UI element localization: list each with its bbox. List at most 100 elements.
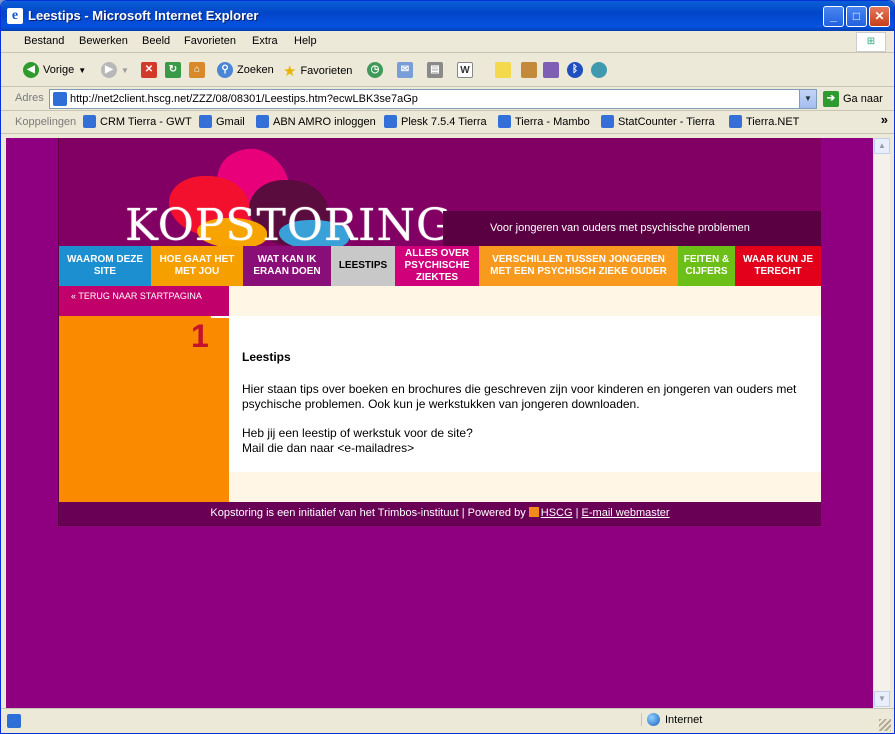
close-button[interactable]: ✕ xyxy=(869,6,890,27)
resize-grip-icon[interactable] xyxy=(879,719,891,731)
research-icon xyxy=(543,62,559,78)
link-page-icon xyxy=(498,115,511,128)
link-label: StatCounter - Tierra xyxy=(618,115,715,128)
menu-beeld[interactable]: Beeld xyxy=(142,35,170,47)
page-icon xyxy=(53,92,67,106)
nav-wat-kan-ik[interactable]: WAT KAN IK ERAAN DOEN xyxy=(243,246,331,286)
link-page-icon xyxy=(384,115,397,128)
chevron-down-icon[interactable]: ▼ xyxy=(799,90,816,108)
footer-separator: | xyxy=(575,507,579,519)
nav-waarom-deze-site[interactable]: WAAROM DEZE SITE xyxy=(59,246,151,286)
menu-favorieten[interactable]: Favorieten xyxy=(184,35,236,47)
print-icon: ▤ xyxy=(427,62,443,78)
site-logo[interactable]: KOPSTORING xyxy=(125,200,452,246)
back-arrow-icon: ◀ xyxy=(23,62,39,78)
site-header: KOPSTORING Voor jongeren van ouders met … xyxy=(59,138,821,246)
history-button[interactable]: ◷ xyxy=(367,62,383,78)
link-page-icon xyxy=(256,115,269,128)
refresh-icon: ↻ xyxy=(165,62,181,78)
windows-logo-icon: ⊞ xyxy=(856,32,886,52)
back-to-home-link[interactable]: « TERUG NAAR STARTPAGINA xyxy=(59,286,229,316)
refresh-button[interactable]: ↻ xyxy=(165,62,181,78)
hscg-logo-icon xyxy=(528,507,539,517)
menu-bestand[interactable]: Bestand xyxy=(24,35,64,47)
vertical-scrollbar[interactable]: ▲ ▼ xyxy=(873,138,890,708)
link-tierra-mambo[interactable]: Tierra - Mambo xyxy=(498,115,590,128)
title-bar[interactable]: e Leestips - Microsoft Internet Explorer… xyxy=(1,1,894,31)
back-button[interactable]: ◀ Vorige ▼ xyxy=(23,62,86,78)
address-input[interactable]: http://net2client.hscg.net/ZZZ/08/08301/… xyxy=(49,89,817,109)
site-footer: Kopstoring is een initiatief van het Tri… xyxy=(59,502,821,525)
nav-psychische-ziektes[interactable]: ALLES OVER PSYCHISCHE ZIEKTES xyxy=(395,246,479,286)
messenger-icon xyxy=(591,62,607,78)
word-button[interactable]: W xyxy=(457,62,473,78)
notes-button[interactable] xyxy=(495,62,511,78)
content-contact: Heb jij een leestip of werkstuk voor de … xyxy=(242,426,808,456)
nav-verschillen[interactable]: VERSCHILLEN TUSSEN JONGEREN MET EEN PSYC… xyxy=(479,246,678,286)
zone-label: Internet xyxy=(665,713,703,726)
mail-button[interactable]: ✉ xyxy=(397,62,413,78)
link-statcounter[interactable]: StatCounter - Tierra xyxy=(601,115,715,128)
footer-hscg-link[interactable]: HSCG xyxy=(541,507,573,519)
forward-arrow-icon: ▶ xyxy=(101,62,117,78)
footer-text: Kopstoring is een initiatief van het Tri… xyxy=(210,507,526,519)
link-page-icon xyxy=(83,115,96,128)
link-page-icon xyxy=(199,115,212,128)
minimize-button[interactable]: _ xyxy=(823,6,844,27)
link-crm-tierra[interactable]: CRM Tierra - GWT xyxy=(83,115,192,128)
note-icon xyxy=(495,62,511,78)
site-tagline: Voor jongeren van ouders met psychische … xyxy=(443,211,821,246)
left-column: 1 xyxy=(59,316,229,502)
address-bar: Adres http://net2client.hscg.net/ZZZ/08/… xyxy=(1,87,894,111)
favorites-label: Favorieten xyxy=(300,65,353,77)
links-overflow-icon[interactable]: » xyxy=(881,112,888,127)
home-button[interactable]: ⌂ xyxy=(189,62,205,78)
nav-hoe-gaat-het[interactable]: HOE GAAT HET MET JOU xyxy=(151,246,243,286)
print-button[interactable]: ▤ xyxy=(427,62,443,78)
link-gmail[interactable]: Gmail xyxy=(199,115,245,128)
word-icon: W xyxy=(457,62,473,78)
content-heading: Leestips xyxy=(242,350,291,364)
maximize-button[interactable]: □ xyxy=(846,6,867,27)
search-label: Zoeken xyxy=(237,64,274,76)
link-label: CRM Tierra - GWT xyxy=(100,115,192,128)
site-page: KOPSTORING Voor jongeren van ouders met … xyxy=(58,138,821,526)
number-tab-accent xyxy=(211,316,229,318)
forward-dropdown-icon[interactable]: ▼ xyxy=(121,66,129,75)
edit-button[interactable] xyxy=(521,62,537,78)
nav-leestips[interactable]: LEESTIPS xyxy=(331,246,395,286)
scroll-down-icon[interactable]: ▼ xyxy=(874,691,890,707)
go-button[interactable]: ➔ Ga naar xyxy=(823,91,883,107)
nav-feiten-cijfers[interactable]: FEITEN & CIJFERS xyxy=(678,246,735,286)
scroll-up-icon[interactable]: ▲ xyxy=(874,138,890,154)
menu-extra[interactable]: Extra xyxy=(252,35,278,47)
window-title: Leestips - Microsoft Internet Explorer xyxy=(28,8,259,23)
nav-waar-kun-je-terecht[interactable]: WAAR KUN JE TERECHT xyxy=(735,246,821,286)
content-paragraph: Hier staan tips over boeken en brochures… xyxy=(242,382,797,411)
back-dropdown-icon[interactable]: ▼ xyxy=(78,66,86,75)
footer-email-link[interactable]: E-mail webmaster xyxy=(582,507,670,519)
research-button[interactable] xyxy=(543,62,559,78)
history-icon: ◷ xyxy=(367,62,383,78)
contact-line-1: Heb jij een leestip of werkstuk voor de … xyxy=(242,426,473,440)
link-tierra-net[interactable]: Tierra.NET xyxy=(729,115,799,128)
security-zone: Internet xyxy=(641,713,702,726)
favorites-button[interactable]: ★ Favorieten xyxy=(283,62,352,80)
toolbar: ◀ Vorige ▼ ▶ ▼ ✕ ↻ ⌂ ⚲ Zoeken ★ Favoriet… xyxy=(1,54,894,87)
link-abn-amro[interactable]: ABN AMRO inloggen xyxy=(256,115,376,128)
search-button[interactable]: ⚲ Zoeken xyxy=(217,62,274,78)
link-page-icon xyxy=(601,115,614,128)
menu-bewerken[interactable]: Bewerken xyxy=(79,35,128,47)
links-label: Koppelingen xyxy=(15,116,77,128)
link-plesk[interactable]: Plesk 7.5.4 Tierra xyxy=(384,115,487,128)
stop-button[interactable]: ✕ xyxy=(141,62,157,78)
edit-icon xyxy=(521,62,537,78)
bluetooth-button[interactable]: ᛒ xyxy=(567,62,583,78)
menu-help[interactable]: Help xyxy=(294,35,317,47)
ie-logo-icon: e xyxy=(7,8,23,24)
menu-bar: Bestand Bewerken Beeld Favorieten Extra … xyxy=(1,31,894,53)
messenger-button[interactable] xyxy=(591,62,607,78)
page-number: 1 xyxy=(191,318,209,354)
forward-button[interactable]: ▶ ▼ xyxy=(101,62,129,78)
page-viewport: KOPSTORING Voor jongeren van ouders met … xyxy=(6,138,873,708)
